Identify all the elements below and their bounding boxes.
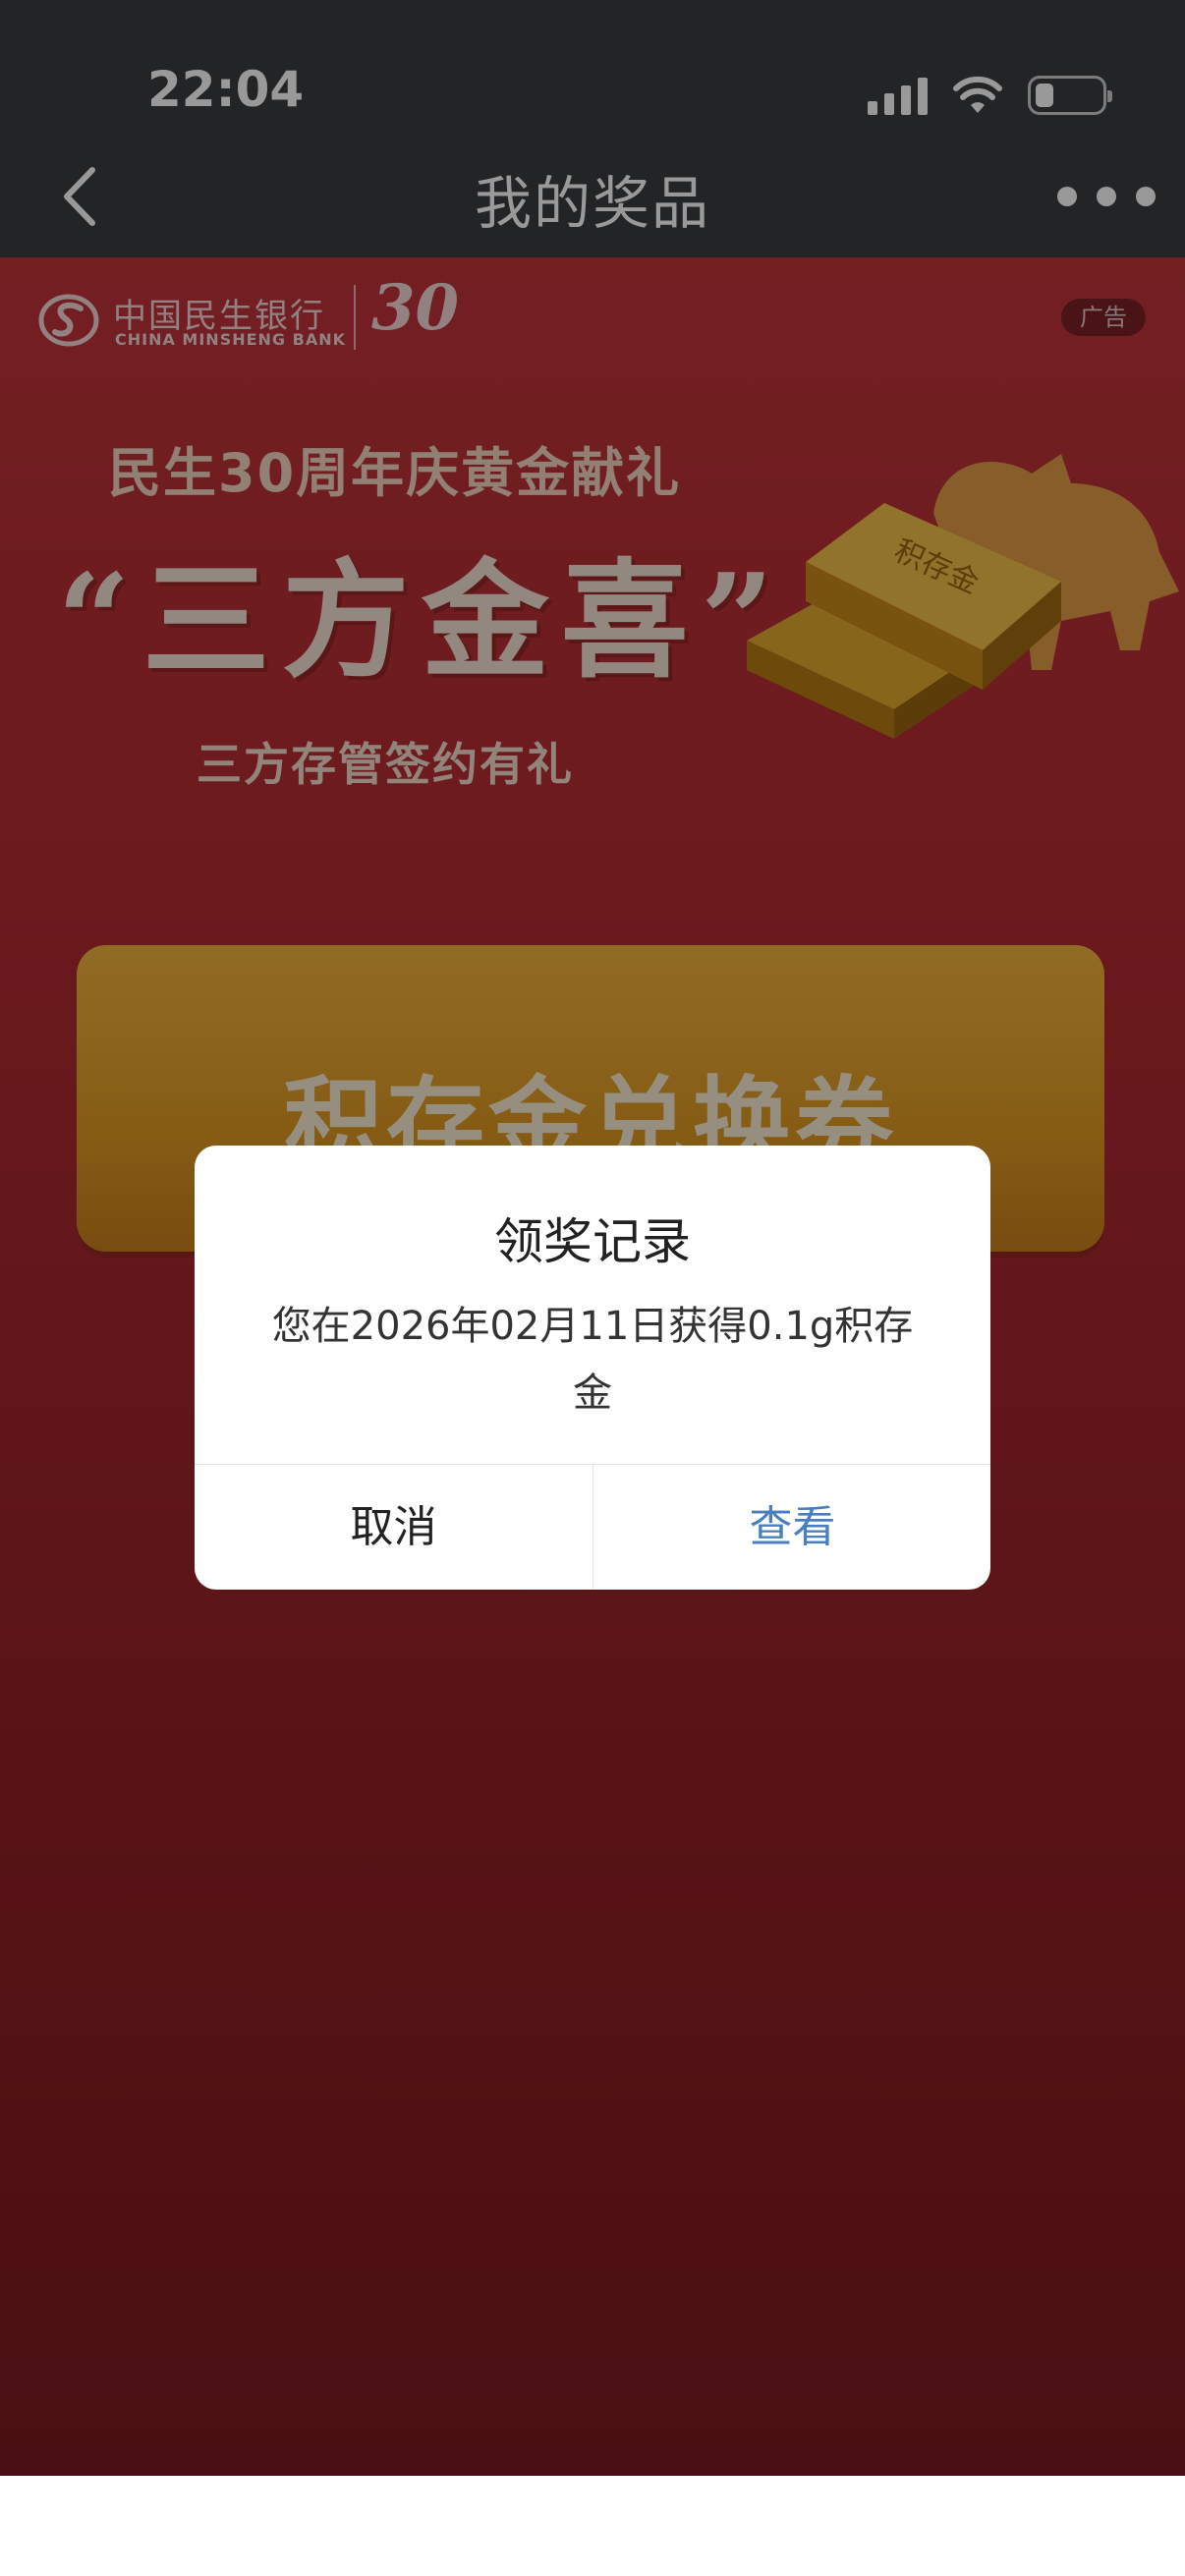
view-button[interactable]: 查看 xyxy=(593,1465,990,1590)
dialog-message: 您在2026年02月11日获得0.1g积存金 xyxy=(271,1304,914,1416)
cancel-button[interactable]: 取消 xyxy=(195,1465,592,1590)
dialog-title: 领奖记录 xyxy=(494,1213,691,1270)
prize-record-dialog: 领奖记录 您在2026年02月11日获得0.1g积存金 取消 查看 xyxy=(195,1146,990,1590)
